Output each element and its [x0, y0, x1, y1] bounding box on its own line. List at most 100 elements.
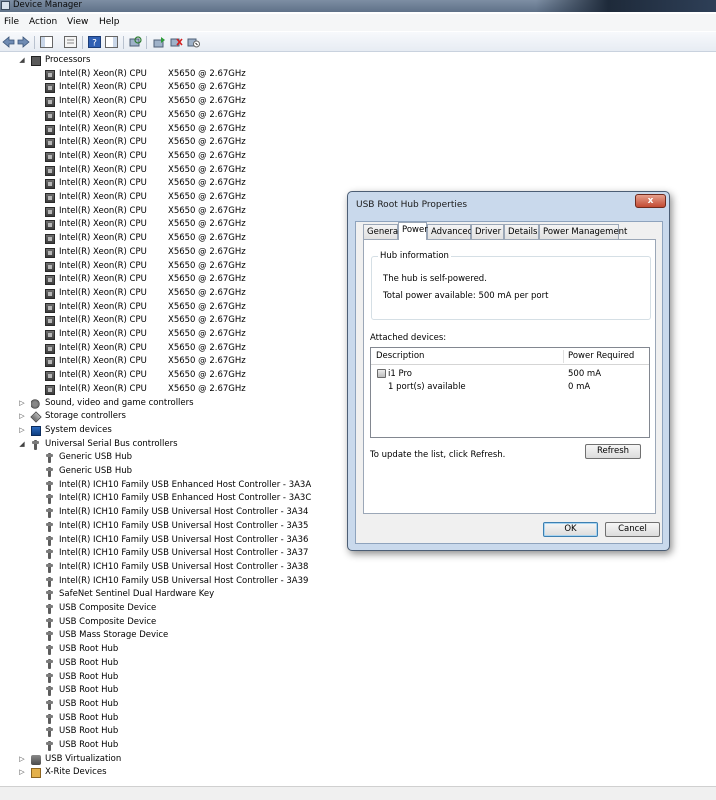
cpu-icon [45, 83, 55, 94]
cpu-icon [45, 138, 55, 149]
cpu-icon [45, 220, 55, 231]
tree-item-label: USB Root Hub [59, 671, 119, 682]
tree-item-label: Sound, video and game controllers [45, 397, 194, 408]
show-hide-console-tree-icon[interactable] [40, 36, 53, 48]
tree-item-label: Generic USB Hub [59, 452, 132, 463]
cpu-model-label: X5650 @ 2.67GHz [168, 356, 246, 367]
tab-driver[interactable]: Driver [471, 224, 504, 239]
expand-arrow-icon[interactable]: ▷ [18, 424, 26, 438]
cpu-model-label: X5650 @ 2.67GHz [168, 274, 246, 285]
tree-item-label: Intel(R) ICH10 Family USB Universal Host… [59, 507, 309, 518]
cpu-model-label: X5650 @ 2.67GHz [168, 219, 246, 230]
list-item[interactable]: i1 Pro 500 mA [371, 368, 649, 380]
usb-icon [45, 508, 55, 519]
tree-item-label: Intel(R) ICH10 Family USB Universal Host… [59, 534, 309, 545]
menu-action[interactable]: Action [29, 16, 57, 29]
menu-help[interactable]: Help [99, 16, 120, 29]
usb-icon [31, 439, 41, 450]
tab-power-management[interactable]: Power Management [539, 224, 627, 239]
cpu-model-label: X5650 @ 2.67GHz [168, 192, 246, 202]
column-header-power-required[interactable]: Power Required [568, 351, 634, 362]
cpu-model-label: X5650 @ 2.67GHz [168, 342, 246, 353]
title-bar[interactable]: Device Manager [0, 0, 716, 12]
back-icon[interactable] [2, 36, 15, 48]
cpu-icon [45, 357, 55, 368]
tree-item-label: SafeNet Sentinel Dual Hardware Key [59, 589, 215, 600]
processor-category-icon [31, 56, 41, 66]
usb-icon [45, 494, 55, 505]
cpu-model-label: X5650 @ 2.67GHz [168, 137, 246, 148]
x-rite-devices-icon [31, 768, 41, 779]
tree-item-label: Intel(R) Xeon(R) CPU [59, 82, 147, 93]
update-driver-icon[interactable] [153, 36, 166, 48]
help-icon[interactable]: ? [88, 36, 101, 48]
cpu-icon [45, 343, 55, 354]
properties-icon[interactable] [64, 36, 77, 48]
tree-item-label: USB Root Hub [59, 712, 119, 723]
storage-controller-icon [30, 411, 42, 423]
power-tab-panel: Hub information The hub is self-powered.… [363, 239, 656, 514]
cpu-model-label: X5650 @ 2.67GHz [168, 68, 246, 79]
usb-icon [45, 467, 55, 477]
expand-arrow-icon[interactable]: ▷ [18, 410, 26, 424]
title-bar-background [536, 0, 716, 12]
cpu-model-label: X5650 @ 2.67GHz [168, 315, 246, 326]
cpu-icon [45, 206, 55, 217]
list-item-description: i1 Pro [388, 369, 412, 379]
expand-arrow-icon[interactable]: ▷ [18, 397, 26, 411]
tree-item-label: System devices [45, 424, 112, 435]
tree-item-label: Generic USB Hub [59, 466, 132, 476]
uninstall-icon[interactable] [170, 36, 183, 48]
tree-item-label: Intel(R) ICH10 Family USB Enhanced Host … [59, 493, 312, 504]
tab-power[interactable]: Power [398, 222, 428, 240]
collapse-arrow-icon[interactable]: ◢ [18, 54, 26, 68]
disable-icon[interactable] [187, 36, 200, 48]
cpu-model-label: X5650 @ 2.67GHz [168, 205, 246, 216]
menu-file[interactable]: File [4, 16, 19, 29]
expand-arrow-icon[interactable]: ▷ [18, 766, 26, 780]
toolbar-separator [146, 36, 147, 49]
cancel-button[interactable]: Cancel [605, 522, 660, 537]
total-power-text: Total power available: 500 mA per port [383, 291, 549, 301]
dialog-close-button[interactable]: x [635, 194, 666, 208]
column-header-description[interactable]: Description [376, 351, 424, 362]
tab-details[interactable]: Details [504, 224, 539, 239]
tree-item-label: USB Root Hub [59, 698, 119, 709]
column-separator [563, 350, 564, 363]
attached-devices-list[interactable]: Description Power Required i1 Pro 500 mA… [370, 347, 650, 438]
cpu-model-label: X5650 @ 2.67GHz [168, 246, 246, 257]
tree-item-label: USB Root Hub [59, 685, 119, 696]
forward-icon[interactable] [17, 36, 30, 48]
tab-advanced[interactable]: Advanced [427, 224, 473, 239]
cpu-icon [45, 151, 55, 162]
cpu-icon [45, 261, 55, 272]
tree-item-label: USB Composite Device [59, 603, 157, 613]
cpu-model-label: X5650 @ 2.67GHz [168, 82, 246, 93]
usb-icon [45, 480, 55, 491]
show-hide-action-pane-icon[interactable] [105, 36, 118, 48]
list-item[interactable]: 1 port(s) available 0 mA [371, 381, 649, 393]
ok-button[interactable]: OK [543, 522, 598, 537]
tab-general[interactable]: General [363, 224, 401, 239]
cpu-model-label: X5650 @ 2.67GHz [168, 109, 246, 120]
svg-text:?: ? [92, 39, 97, 49]
cpu-icon [45, 193, 55, 203]
tree-item-label: USB Root Hub [59, 726, 119, 737]
collapse-arrow-icon[interactable]: ◢ [18, 438, 26, 452]
menu-view[interactable]: View [67, 16, 88, 29]
toolbar-separator [34, 36, 35, 49]
cpu-model-label: X5650 @ 2.67GHz [168, 370, 246, 381]
usb-icon [45, 453, 55, 464]
hub-information-title: Hub information [378, 251, 451, 262]
list-item-description: 1 port(s) available [388, 382, 466, 392]
tree-item-label: Intel(R) ICH10 Family USB Universal Host… [59, 548, 309, 559]
usb-icon [45, 699, 55, 710]
tree-item-label: Intel(R) Xeon(R) CPU [59, 315, 147, 326]
scan-for-hardware-changes-icon[interactable] [129, 36, 142, 48]
toolbar: ? [0, 32, 716, 52]
refresh-button[interactable]: Refresh [585, 444, 641, 459]
expand-arrow-icon[interactable]: ▷ [18, 753, 26, 767]
self-powered-text: The hub is self-powered. [383, 274, 487, 284]
cpu-icon [45, 97, 55, 108]
cpu-icon [45, 275, 55, 286]
